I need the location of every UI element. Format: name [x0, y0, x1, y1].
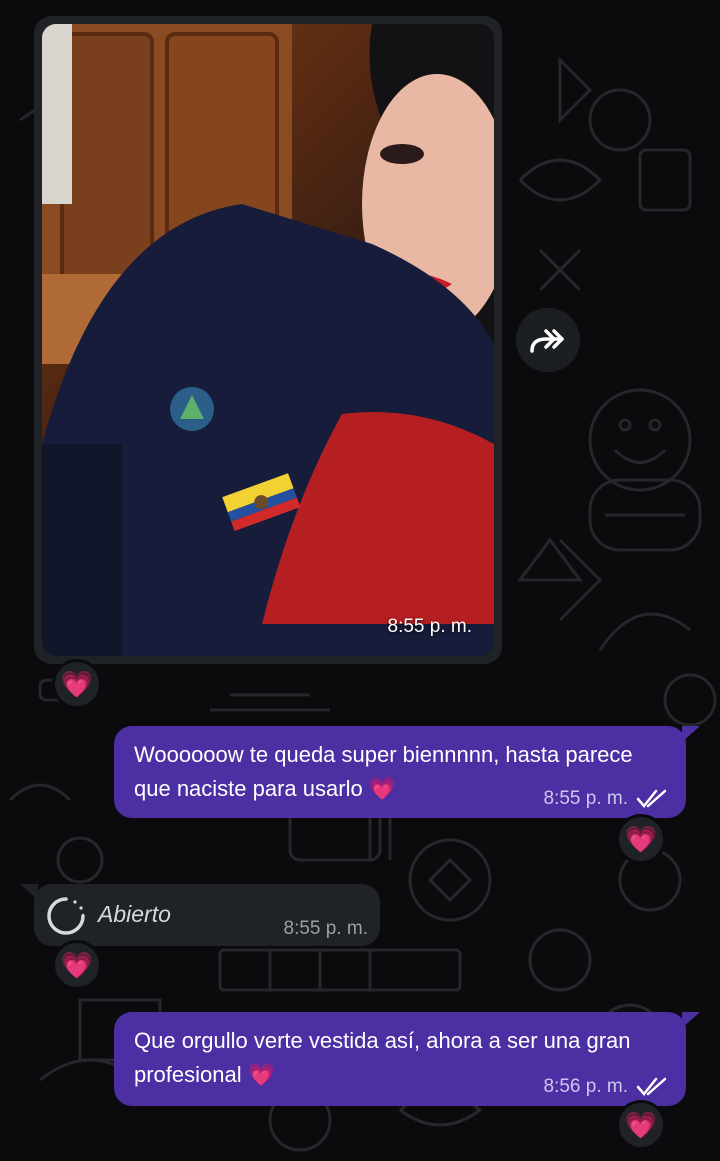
view-once-status: Abierto: [98, 901, 171, 927]
incoming-photo-message[interactable]: 8:55 p. m.: [34, 16, 502, 664]
outgoing-message[interactable]: Woooooow te queda super biennnnn, hasta …: [114, 726, 686, 818]
shared-photo[interactable]: 8:55 p. m.: [42, 24, 494, 656]
reaction-emoji: 💗: [60, 668, 94, 699]
view-once-message[interactable]: Abierto 8:55 p. m.: [34, 884, 380, 946]
reaction-badge[interactable]: 💗: [616, 1100, 666, 1150]
double-check-icon: [636, 789, 667, 808]
reaction-emoji: 💗: [624, 823, 658, 854]
view-once-icon: [47, 897, 85, 935]
message-time: 8:55 p. m.: [283, 918, 369, 939]
message-time: 8:55 p. m.: [387, 616, 473, 637]
reaction-badge[interactable]: 💗: [52, 940, 102, 990]
reaction-badge[interactable]: 💗: [52, 659, 102, 709]
reaction-emoji: 💗: [624, 1109, 658, 1140]
message-time: 8:55 p. m.: [543, 788, 629, 809]
reaction-emoji: 💗: [60, 949, 94, 980]
forward-icon: [530, 329, 564, 353]
forward-button[interactable]: [516, 308, 580, 372]
outgoing-message[interactable]: Que orgullo verte vestida así, ahora a s…: [114, 1012, 686, 1106]
reaction-badge[interactable]: 💗: [616, 814, 666, 864]
double-check-icon: [636, 1077, 667, 1096]
message-time: 8:56 p. m.: [543, 1076, 629, 1097]
